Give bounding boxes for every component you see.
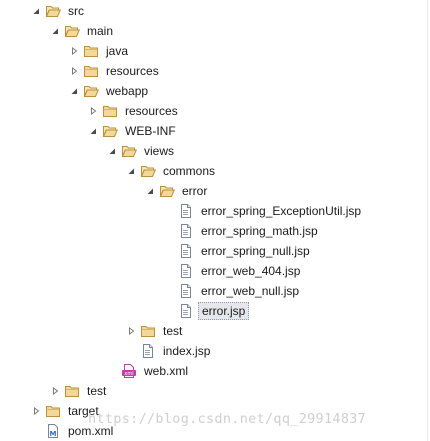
collapse-arrow-icon[interactable] bbox=[68, 81, 80, 101]
maven-pom-icon: M bbox=[45, 423, 61, 439]
tree-item-webapp[interactable]: webapp bbox=[68, 81, 151, 101]
tree-item-error-spring-exceptionutil-jsp[interactable]: error_spring_ExceptionUtil.jsp bbox=[163, 201, 364, 221]
folder-open-icon bbox=[121, 143, 137, 159]
tree-item-label: resources bbox=[125, 104, 178, 118]
jsp-file-icon bbox=[178, 223, 194, 239]
tree-item-label: main bbox=[87, 24, 114, 38]
collapse-arrow-icon[interactable] bbox=[49, 21, 61, 41]
collapse-arrow-icon[interactable] bbox=[125, 161, 137, 181]
svg-text:xml: xml bbox=[124, 371, 133, 377]
jsp-file-icon bbox=[178, 283, 194, 299]
collapse-arrow-icon[interactable] bbox=[87, 121, 99, 141]
folder-icon bbox=[64, 383, 80, 399]
tree-item-label: error.jsp bbox=[198, 302, 250, 320]
folder-icon bbox=[102, 103, 118, 119]
jsp-file-icon bbox=[178, 263, 194, 279]
tree-item-label: error_web_404.jsp bbox=[201, 264, 301, 278]
watermark: https://blog.csdn.net/qq_29914837 bbox=[88, 411, 367, 427]
tree-item-label: WEB-INF bbox=[125, 124, 176, 138]
expand-arrow-icon[interactable] bbox=[68, 41, 80, 61]
tree-item-error-spring-null-jsp[interactable]: error_spring_null.jsp bbox=[163, 241, 313, 261]
tree-item-index-jsp[interactable]: index.jsp bbox=[125, 341, 213, 361]
expand-arrow-icon[interactable] bbox=[125, 321, 137, 341]
tree-item-label: commons bbox=[163, 164, 216, 178]
tree-item-label: index.jsp bbox=[163, 344, 211, 358]
jsp-file-icon bbox=[140, 343, 156, 359]
expand-arrow-icon[interactable] bbox=[87, 101, 99, 121]
tree-item-label: web.xml bbox=[144, 364, 189, 378]
tree-item-web-xml[interactable]: xml web.xml bbox=[106, 361, 191, 381]
folder-open-icon bbox=[140, 163, 156, 179]
collapse-arrow-icon[interactable] bbox=[30, 1, 42, 21]
tree-item-resources[interactable]: resources bbox=[68, 61, 162, 81]
expand-arrow-icon[interactable] bbox=[30, 401, 42, 421]
tree-item-error[interactable]: error bbox=[144, 181, 210, 201]
collapse-arrow-icon[interactable] bbox=[144, 181, 156, 201]
tree-item-src[interactable]: src bbox=[30, 1, 87, 21]
tree-item-label: java bbox=[106, 44, 129, 58]
tree-item-error-web-404-jsp[interactable]: error_web_404.jsp bbox=[163, 261, 303, 281]
tree-item-error-web-null-jsp[interactable]: error_web_null.jsp bbox=[163, 281, 302, 301]
expand-arrow-icon[interactable] bbox=[68, 61, 80, 81]
folder-open-icon bbox=[64, 23, 80, 39]
folder-open-icon bbox=[83, 83, 99, 99]
tree-item-error-spring-math-jsp[interactable]: error_spring_math.jsp bbox=[163, 221, 321, 241]
tree-item-label: views bbox=[144, 144, 175, 158]
jsp-file-icon bbox=[178, 303, 194, 319]
tree-item-label: resources bbox=[106, 64, 159, 78]
collapse-arrow-icon[interactable] bbox=[106, 141, 118, 161]
tree-item-web-inf[interactable]: WEB-INF bbox=[87, 121, 179, 141]
svg-text:M: M bbox=[50, 430, 57, 438]
jsp-file-icon bbox=[178, 203, 194, 219]
xml-file-icon: xml bbox=[121, 363, 137, 379]
tree-item-main[interactable]: main bbox=[49, 21, 116, 41]
jsp-file-icon bbox=[178, 243, 194, 259]
tree-item-views[interactable]: views bbox=[106, 141, 177, 161]
tree-item-label: test bbox=[163, 324, 183, 338]
folder-open-icon bbox=[159, 183, 175, 199]
tree-item-label: webapp bbox=[106, 84, 149, 98]
expand-arrow-icon[interactable] bbox=[49, 381, 61, 401]
tree-item-label: src bbox=[68, 4, 84, 18]
tree-item-error-jsp[interactable]: error.jsp bbox=[163, 301, 250, 321]
folder-icon bbox=[83, 43, 99, 59]
tree-item-label: error bbox=[182, 184, 208, 198]
folder-icon bbox=[83, 63, 99, 79]
tree-item-test[interactable]: test bbox=[125, 321, 185, 341]
tree-item-commons[interactable]: commons bbox=[125, 161, 218, 181]
panel-border bbox=[427, 0, 428, 441]
tree-item-test[interactable]: test bbox=[49, 381, 109, 401]
folder-open-icon bbox=[45, 3, 61, 19]
tree-item-resources[interactable]: resources bbox=[87, 101, 181, 121]
tree-item-label: error_spring_math.jsp bbox=[201, 224, 318, 238]
folder-open-icon bbox=[102, 123, 118, 139]
tree-item-label: error_web_null.jsp bbox=[201, 284, 300, 298]
folder-icon bbox=[140, 323, 156, 339]
tree-item-label: test bbox=[87, 384, 107, 398]
tree-item-java[interactable]: java bbox=[68, 41, 131, 61]
tree-item-label: error_spring_ExceptionUtil.jsp bbox=[201, 204, 362, 218]
folder-icon bbox=[45, 403, 61, 419]
tree-item-label: error_spring_null.jsp bbox=[201, 244, 310, 258]
